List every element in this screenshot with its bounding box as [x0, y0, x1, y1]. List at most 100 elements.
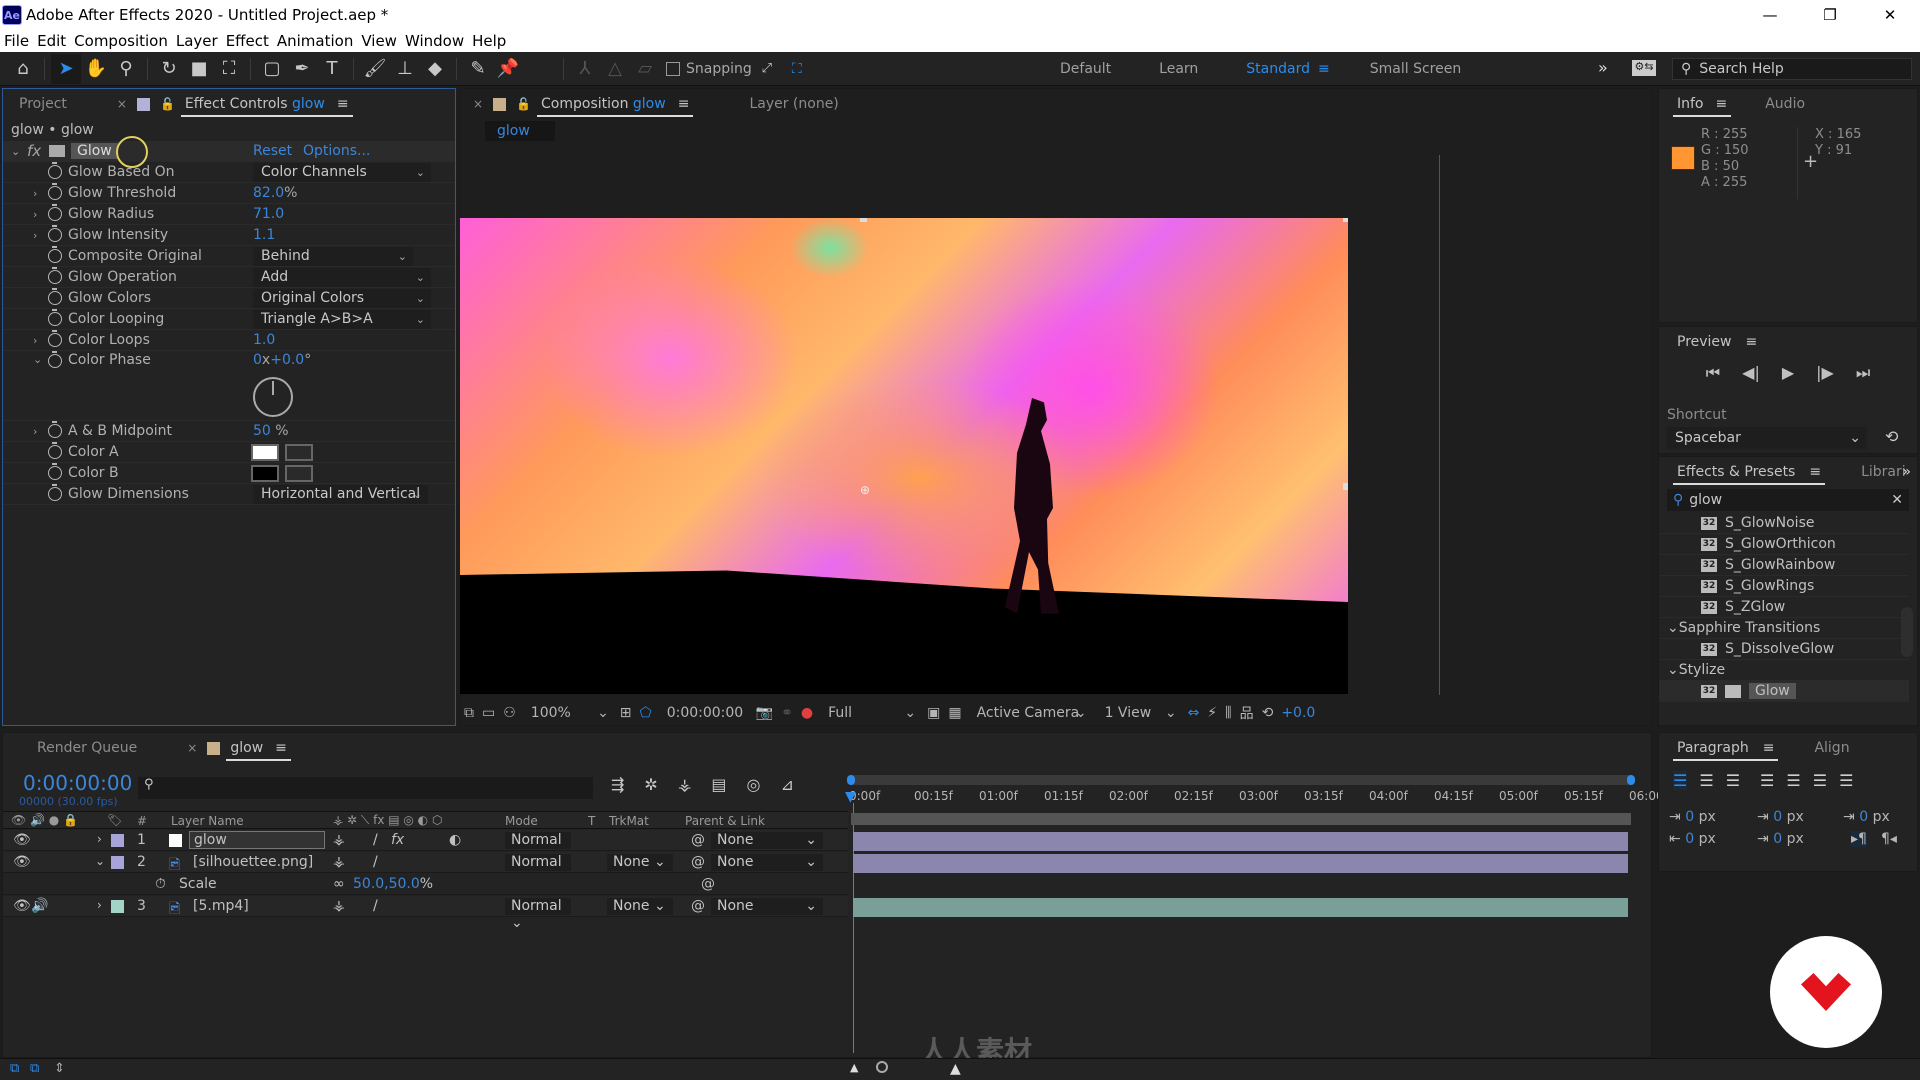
lock-icon[interactable]: 🔓	[516, 97, 531, 111]
flowchart-icon[interactable]: 品	[1240, 703, 1254, 723]
parent-dropdown[interactable]: None ⌄	[711, 898, 823, 915]
layer-switches-toggle-icon[interactable]: ⧉	[10, 1061, 19, 1076]
effect-item[interactable]: 32 S_GlowRings	[1659, 576, 1909, 597]
space-after-field[interactable]: ⇥ 0 px	[1757, 831, 1804, 847]
workspace-default[interactable]: Default	[1060, 61, 1111, 77]
draft-3d-icon[interactable]: ✲	[644, 775, 657, 794]
type-tool-icon[interactable]: T	[317, 54, 347, 84]
options-link[interactable]: Options...	[303, 143, 370, 159]
snap-edges-icon[interactable]: ⤢	[752, 54, 782, 84]
workspace-menu-icon[interactable]: ≡	[1318, 61, 1330, 77]
expand-arrow-icon[interactable]: ›	[33, 334, 43, 347]
channels-icon[interactable]: ●	[801, 705, 813, 721]
restore-button[interactable]: ❐	[1800, 0, 1860, 30]
anchor-point-icon[interactable]: ⊕	[860, 483, 870, 497]
indent-right-field[interactable]: ⇤ 0 px	[1669, 831, 1716, 847]
layer-label-color[interactable]	[111, 834, 124, 847]
sync-settings-icon[interactable]: ⚙⇆	[1632, 60, 1656, 76]
comp-breadcrumb[interactable]: glow	[485, 121, 555, 141]
expand-arrow-icon[interactable]: ›	[33, 425, 43, 438]
tab-timeline-comp[interactable]: glow ≡	[220, 733, 297, 763]
stopwatch-icon[interactable]	[48, 442, 62, 459]
puppet-pin-tool-icon[interactable]: 📌	[493, 54, 523, 84]
timeline-search-field[interactable]: ⚲	[138, 777, 593, 799]
trkmat-dropdown[interactable]: None ⌄	[607, 898, 673, 915]
zoom-in-icon[interactable]: ▲	[950, 1061, 961, 1077]
roto-brush-tool-icon[interactable]: ✎	[463, 54, 493, 84]
effect-item[interactable]: 32 S_GlowNoise	[1659, 513, 1909, 534]
layer-name[interactable]: [5.mp4]	[193, 898, 249, 914]
view-axis-icon[interactable]: ▱	[630, 54, 660, 84]
checkerboard-icon[interactable]: ▦	[948, 705, 961, 721]
reset-exposure-icon[interactable]: ⟲	[1262, 705, 1274, 721]
pan-behind-tool-icon[interactable]: ⛶	[214, 54, 244, 84]
effect-item[interactable]: 32 Glow	[1659, 681, 1909, 702]
more-workspaces-icon[interactable]: »	[1598, 58, 1608, 77]
layer-name-header[interactable]: Layer Name	[171, 814, 244, 828]
exposure-value[interactable]: +0.0	[1281, 705, 1315, 721]
play-icon[interactable]: ▶	[1782, 363, 1794, 383]
panel-menu-icon[interactable]: ≡	[337, 96, 349, 112]
local-axis-icon[interactable]: ⅄	[570, 54, 600, 84]
snapping-checkbox[interactable]	[666, 61, 680, 76]
color-loops-value[interactable]: 1.0	[253, 332, 275, 348]
constrain-proportions-icon[interactable]: ∞	[333, 876, 345, 892]
tab-layer[interactable]: Layer (none)	[739, 89, 848, 119]
effects-search-field[interactable]: ⚲ glow ✕	[1667, 489, 1909, 511]
menu-layer[interactable]: Layer	[172, 32, 222, 50]
effect-group[interactable]: ⌄ Stylize	[1659, 660, 1909, 681]
justify-last-center-icon[interactable]: ☰	[1786, 771, 1800, 790]
layer-name[interactable]: glow	[189, 831, 325, 849]
layer-label-color[interactable]	[111, 900, 124, 913]
transform-handle[interactable]	[1343, 483, 1348, 490]
effect-item[interactable]: 32 S_ZGlow	[1659, 597, 1909, 618]
workspace-small-screen[interactable]: Small Screen	[1370, 61, 1461, 77]
effect-item[interactable]: 32 S_GlowRainbow	[1659, 555, 1909, 576]
stopwatch-icon[interactable]	[48, 225, 62, 242]
menu-composition[interactable]: Composition	[70, 32, 172, 50]
tab-composition[interactable]: Composition glow ≡	[531, 89, 699, 119]
world-axis-icon[interactable]: △	[600, 54, 630, 84]
shy-switch-icon[interactable]: ⚶	[333, 854, 345, 870]
fast-draft-icon[interactable]: ⚡	[1207, 705, 1217, 721]
ltr-direction-icon[interactable]: ▸¶	[1851, 831, 1867, 847]
stopwatch-icon[interactable]	[48, 309, 62, 326]
indent-first-field[interactable]: ⇥ 0 px	[1843, 809, 1890, 825]
transparency-grid-icon[interactable]: ⬠	[640, 705, 652, 721]
modes-toggle-icon[interactable]: ⧉	[30, 1061, 39, 1076]
camera-tool-icon[interactable]: ■	[184, 54, 214, 84]
stopwatch-icon[interactable]	[48, 204, 62, 221]
tab-effects-presets[interactable]: Effects & Presets ≡	[1667, 457, 1831, 487]
tab-render-queue[interactable]: Render Queue	[27, 733, 147, 763]
stopwatch-icon[interactable]	[48, 183, 62, 200]
workspace-learn[interactable]: Learn	[1159, 61, 1198, 77]
rotate-tool-icon[interactable]: ↻	[154, 54, 184, 84]
more-panels-icon[interactable]: »	[1902, 464, 1911, 480]
fast-previews-icon[interactable]: ▣	[927, 705, 940, 721]
align-center-icon[interactable]: ☰	[1699, 771, 1713, 790]
stopwatch-icon[interactable]	[48, 463, 62, 480]
snapping-toggle[interactable]: Snapping	[666, 61, 752, 77]
layer-bar-3[interactable]	[853, 898, 1628, 917]
glow-based-on-dropdown[interactable]: Color Channels ⌄	[253, 162, 431, 182]
justify-last-right-icon[interactable]: ☰	[1813, 771, 1827, 790]
scrollbar[interactable]	[1901, 607, 1913, 657]
next-frame-icon[interactable]: |▶	[1816, 363, 1834, 383]
zoom-slider[interactable]	[876, 1061, 888, 1073]
region-of-interest-icon[interactable]: ⊞	[620, 705, 632, 721]
stopwatch-icon[interactable]	[48, 246, 62, 263]
expand-arrow-icon[interactable]: ›	[33, 229, 43, 242]
color-b-swatch[interactable]	[251, 464, 279, 482]
stopwatch-icon[interactable]	[48, 162, 62, 179]
visibility-eye-icon[interactable]: 👁	[13, 832, 31, 848]
expand-arrow-icon[interactable]: ›	[97, 832, 102, 846]
parent-dropdown[interactable]: None ⌄	[711, 832, 823, 849]
ab-midpoint-value[interactable]: 50 %	[253, 423, 289, 439]
mode-dropdown[interactable]: Normal ⌄	[505, 854, 571, 887]
shy-switch-icon[interactable]: ⚶	[333, 898, 345, 914]
menu-help[interactable]: Help	[468, 32, 510, 50]
mode-dropdown[interactable]: Normal ⌄	[505, 898, 571, 931]
color-phase-value[interactable]: 0x+0.0°	[253, 352, 311, 368]
color-a-swatch[interactable]	[251, 443, 279, 461]
stopwatch-icon[interactable]	[48, 421, 62, 438]
